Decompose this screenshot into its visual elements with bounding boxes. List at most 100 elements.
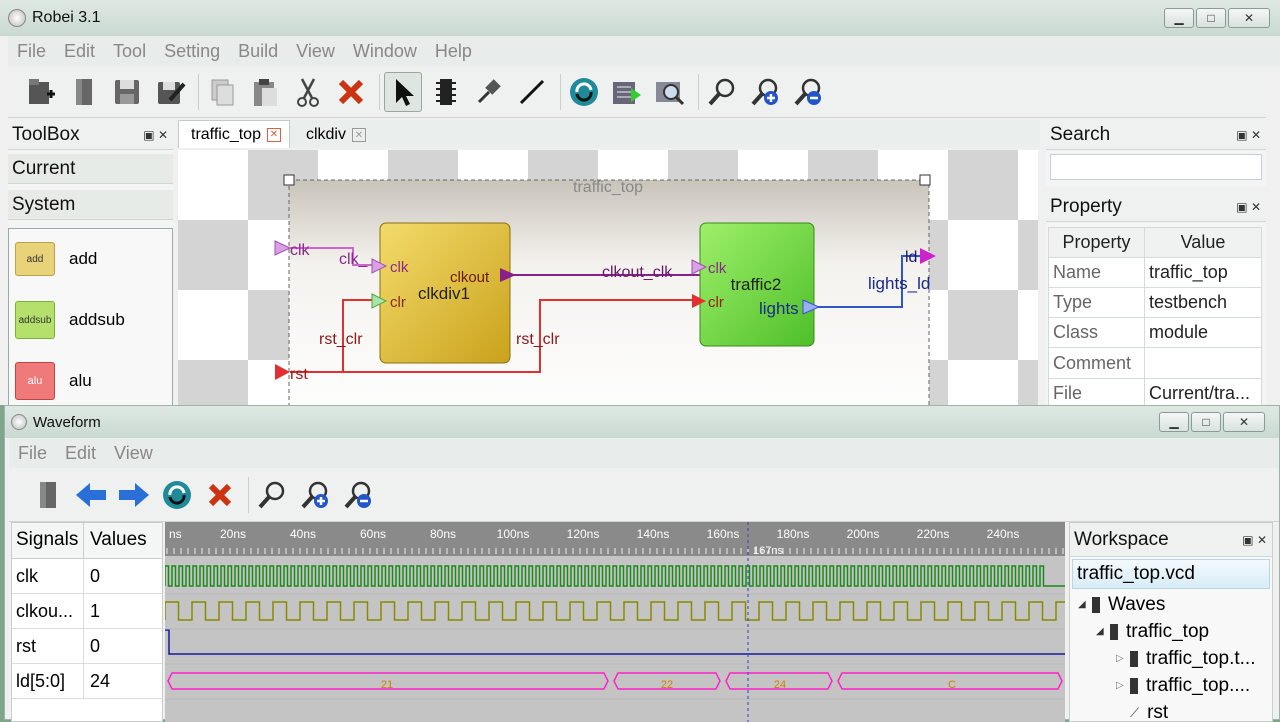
forward-arrow-icon[interactable] — [115, 475, 153, 515]
menu-view[interactable]: View — [296, 41, 335, 62]
menu-setting[interactable]: Setting — [164, 41, 220, 62]
toolbox-item-alu[interactable]: alu alu — [9, 351, 172, 411]
property-row[interactable]: Classmodule — [1049, 318, 1262, 348]
property-row[interactable]: Typetestbench — [1049, 288, 1262, 318]
property-value[interactable]: Current/tra... — [1145, 379, 1262, 406]
save-as-icon[interactable] — [151, 72, 189, 112]
tab-traffic-top[interactable]: traffic_top ✕ — [178, 120, 290, 148]
maximize-button[interactable]: □ — [1191, 412, 1221, 432]
property-row[interactable]: FileCurrent/tra... — [1049, 379, 1262, 406]
select-pointer-icon[interactable] — [384, 72, 422, 112]
refresh-icon[interactable] — [158, 475, 196, 515]
tree-expander-icon[interactable]: ▷ — [1116, 680, 1130, 691]
property-value[interactable]: module — [1145, 318, 1262, 348]
rst-port-label: rst — [290, 366, 308, 383]
tab-clkdiv[interactable]: clkdiv ✕ — [294, 122, 374, 148]
wave-area[interactable]: ns20ns40ns60ns80ns100ns120ns140ns160ns18… — [165, 522, 1065, 722]
dock-float-icon[interactable]: ▣ ✕ — [1236, 200, 1261, 214]
cut-icon[interactable] — [289, 72, 327, 112]
simulate-icon[interactable] — [608, 72, 646, 112]
wave-menu-edit[interactable]: Edit — [65, 443, 96, 464]
tree-item-child[interactable]: ▷ traffic_top.t... — [1070, 645, 1272, 672]
clk-input-port[interactable] — [275, 241, 290, 255]
refresh-icon[interactable] — [565, 72, 603, 112]
minimize-button[interactable]: ▁ — [1159, 412, 1189, 432]
save-icon[interactable] — [108, 72, 146, 112]
menu-build[interactable]: Build — [238, 41, 278, 62]
resize-handle[interactable] — [284, 175, 294, 185]
dock-float-icon[interactable]: ▣ ✕ — [1242, 533, 1267, 547]
pin-icon[interactable] — [470, 72, 508, 112]
waveform-window: Waveform ▁ □ ✕ File Edit View Signals Va… — [4, 405, 1280, 720]
tree-expander-icon[interactable]: ◢ — [1096, 626, 1110, 637]
tree-label: traffic_top.t... — [1146, 648, 1255, 670]
column-header-values[interactable]: Values — [84, 523, 153, 558]
menu-help[interactable]: Help — [435, 41, 472, 62]
open-vcd-icon[interactable] — [29, 475, 67, 515]
view-wave-icon[interactable] — [651, 72, 689, 112]
tree-expander-icon[interactable]: ◢ — [1078, 599, 1092, 610]
workspace-file-selector[interactable]: traffic_top.vcd — [1072, 559, 1270, 589]
ld-port-label: ld — [905, 249, 917, 266]
tree-item-waves[interactable]: ◢ Waves — [1070, 591, 1272, 618]
signal-row[interactable]: ld[5:0] 24 — [12, 664, 162, 699]
delete-icon[interactable] — [332, 72, 370, 112]
search-input[interactable] — [1050, 154, 1262, 180]
schematic-canvas[interactable]: traffic_top clkdiv1 clk clr clkout traff… — [178, 150, 1038, 405]
signal-row[interactable]: clkou... 1 — [12, 594, 162, 629]
minimize-button[interactable]: ▁ — [1164, 8, 1194, 28]
search-icon[interactable] — [253, 475, 291, 515]
toolbox-section-current[interactable]: Current — [8, 154, 173, 184]
property-value[interactable]: traffic_top — [1145, 258, 1262, 288]
new-file-icon[interactable] — [22, 72, 60, 112]
paste-icon[interactable] — [246, 72, 284, 112]
open-icon[interactable] — [65, 72, 103, 112]
wire-icon[interactable] — [513, 72, 551, 112]
toolbox-header: ToolBox ▣ ✕ — [8, 120, 173, 150]
add-module-icon: add — [15, 242, 55, 276]
wave-traces — [165, 566, 1065, 699]
menu-tool[interactable]: Tool — [113, 41, 146, 62]
zoom-out-icon[interactable] — [339, 475, 377, 515]
menu-window[interactable]: Window — [353, 41, 417, 62]
copy-icon[interactable] — [203, 72, 241, 112]
signals-header-row: Signals Values — [12, 523, 162, 559]
tree-item-child[interactable]: ▷ traffic_top.... — [1070, 672, 1272, 699]
dock-float-icon[interactable]: ▣ ✕ — [143, 128, 168, 142]
toolbox-section-system[interactable]: System — [8, 190, 173, 220]
tree-item-traffic-top[interactable]: ◢ traffic_top — [1070, 618, 1272, 645]
rst-input-port[interactable] — [275, 364, 290, 380]
back-arrow-icon[interactable] — [72, 475, 110, 515]
toolbox-item-addsub[interactable]: addsub addsub — [9, 289, 172, 351]
toolbox-item-add[interactable]: add add — [9, 229, 172, 289]
tab-close-icon[interactable]: ✕ — [267, 128, 281, 142]
delete-icon[interactable] — [201, 475, 239, 515]
wave-menu-file[interactable]: File — [18, 443, 47, 464]
property-row[interactable]: Nametraffic_top — [1049, 258, 1262, 288]
close-button[interactable]: ✕ — [1223, 412, 1265, 432]
module-icon[interactable] — [427, 72, 465, 112]
menu-file[interactable]: File — [17, 41, 46, 62]
property-value[interactable]: testbench — [1145, 288, 1262, 318]
menu-edit[interactable]: Edit — [64, 41, 95, 62]
signal-row[interactable]: rst 0 — [12, 629, 162, 664]
module-chip-icon — [1130, 651, 1138, 667]
tab-close-icon[interactable]: ✕ — [352, 128, 366, 142]
zoom-in-icon[interactable] — [746, 72, 784, 112]
tree-item-rst[interactable]: ⟋ rst — [1070, 699, 1272, 722]
alu-module-icon: alu — [15, 362, 55, 400]
signal-name: clk — [12, 559, 84, 593]
property-value[interactable] — [1145, 348, 1262, 379]
maximize-button[interactable]: □ — [1196, 8, 1226, 28]
signal-row[interactable]: clk 0 — [12, 559, 162, 594]
dock-float-icon[interactable]: ▣ ✕ — [1236, 128, 1261, 142]
wave-menu-view[interactable]: View — [114, 443, 153, 464]
property-row[interactable]: Comment — [1049, 348, 1262, 379]
zoom-out-icon[interactable] — [789, 72, 827, 112]
zoom-in-icon[interactable] — [296, 475, 334, 515]
search-icon[interactable] — [703, 72, 741, 112]
close-button[interactable]: ✕ — [1228, 8, 1270, 28]
column-header-signals[interactable]: Signals — [12, 523, 84, 558]
tree-expander-icon[interactable]: ▷ — [1116, 653, 1130, 664]
resize-handle[interactable] — [920, 175, 930, 185]
